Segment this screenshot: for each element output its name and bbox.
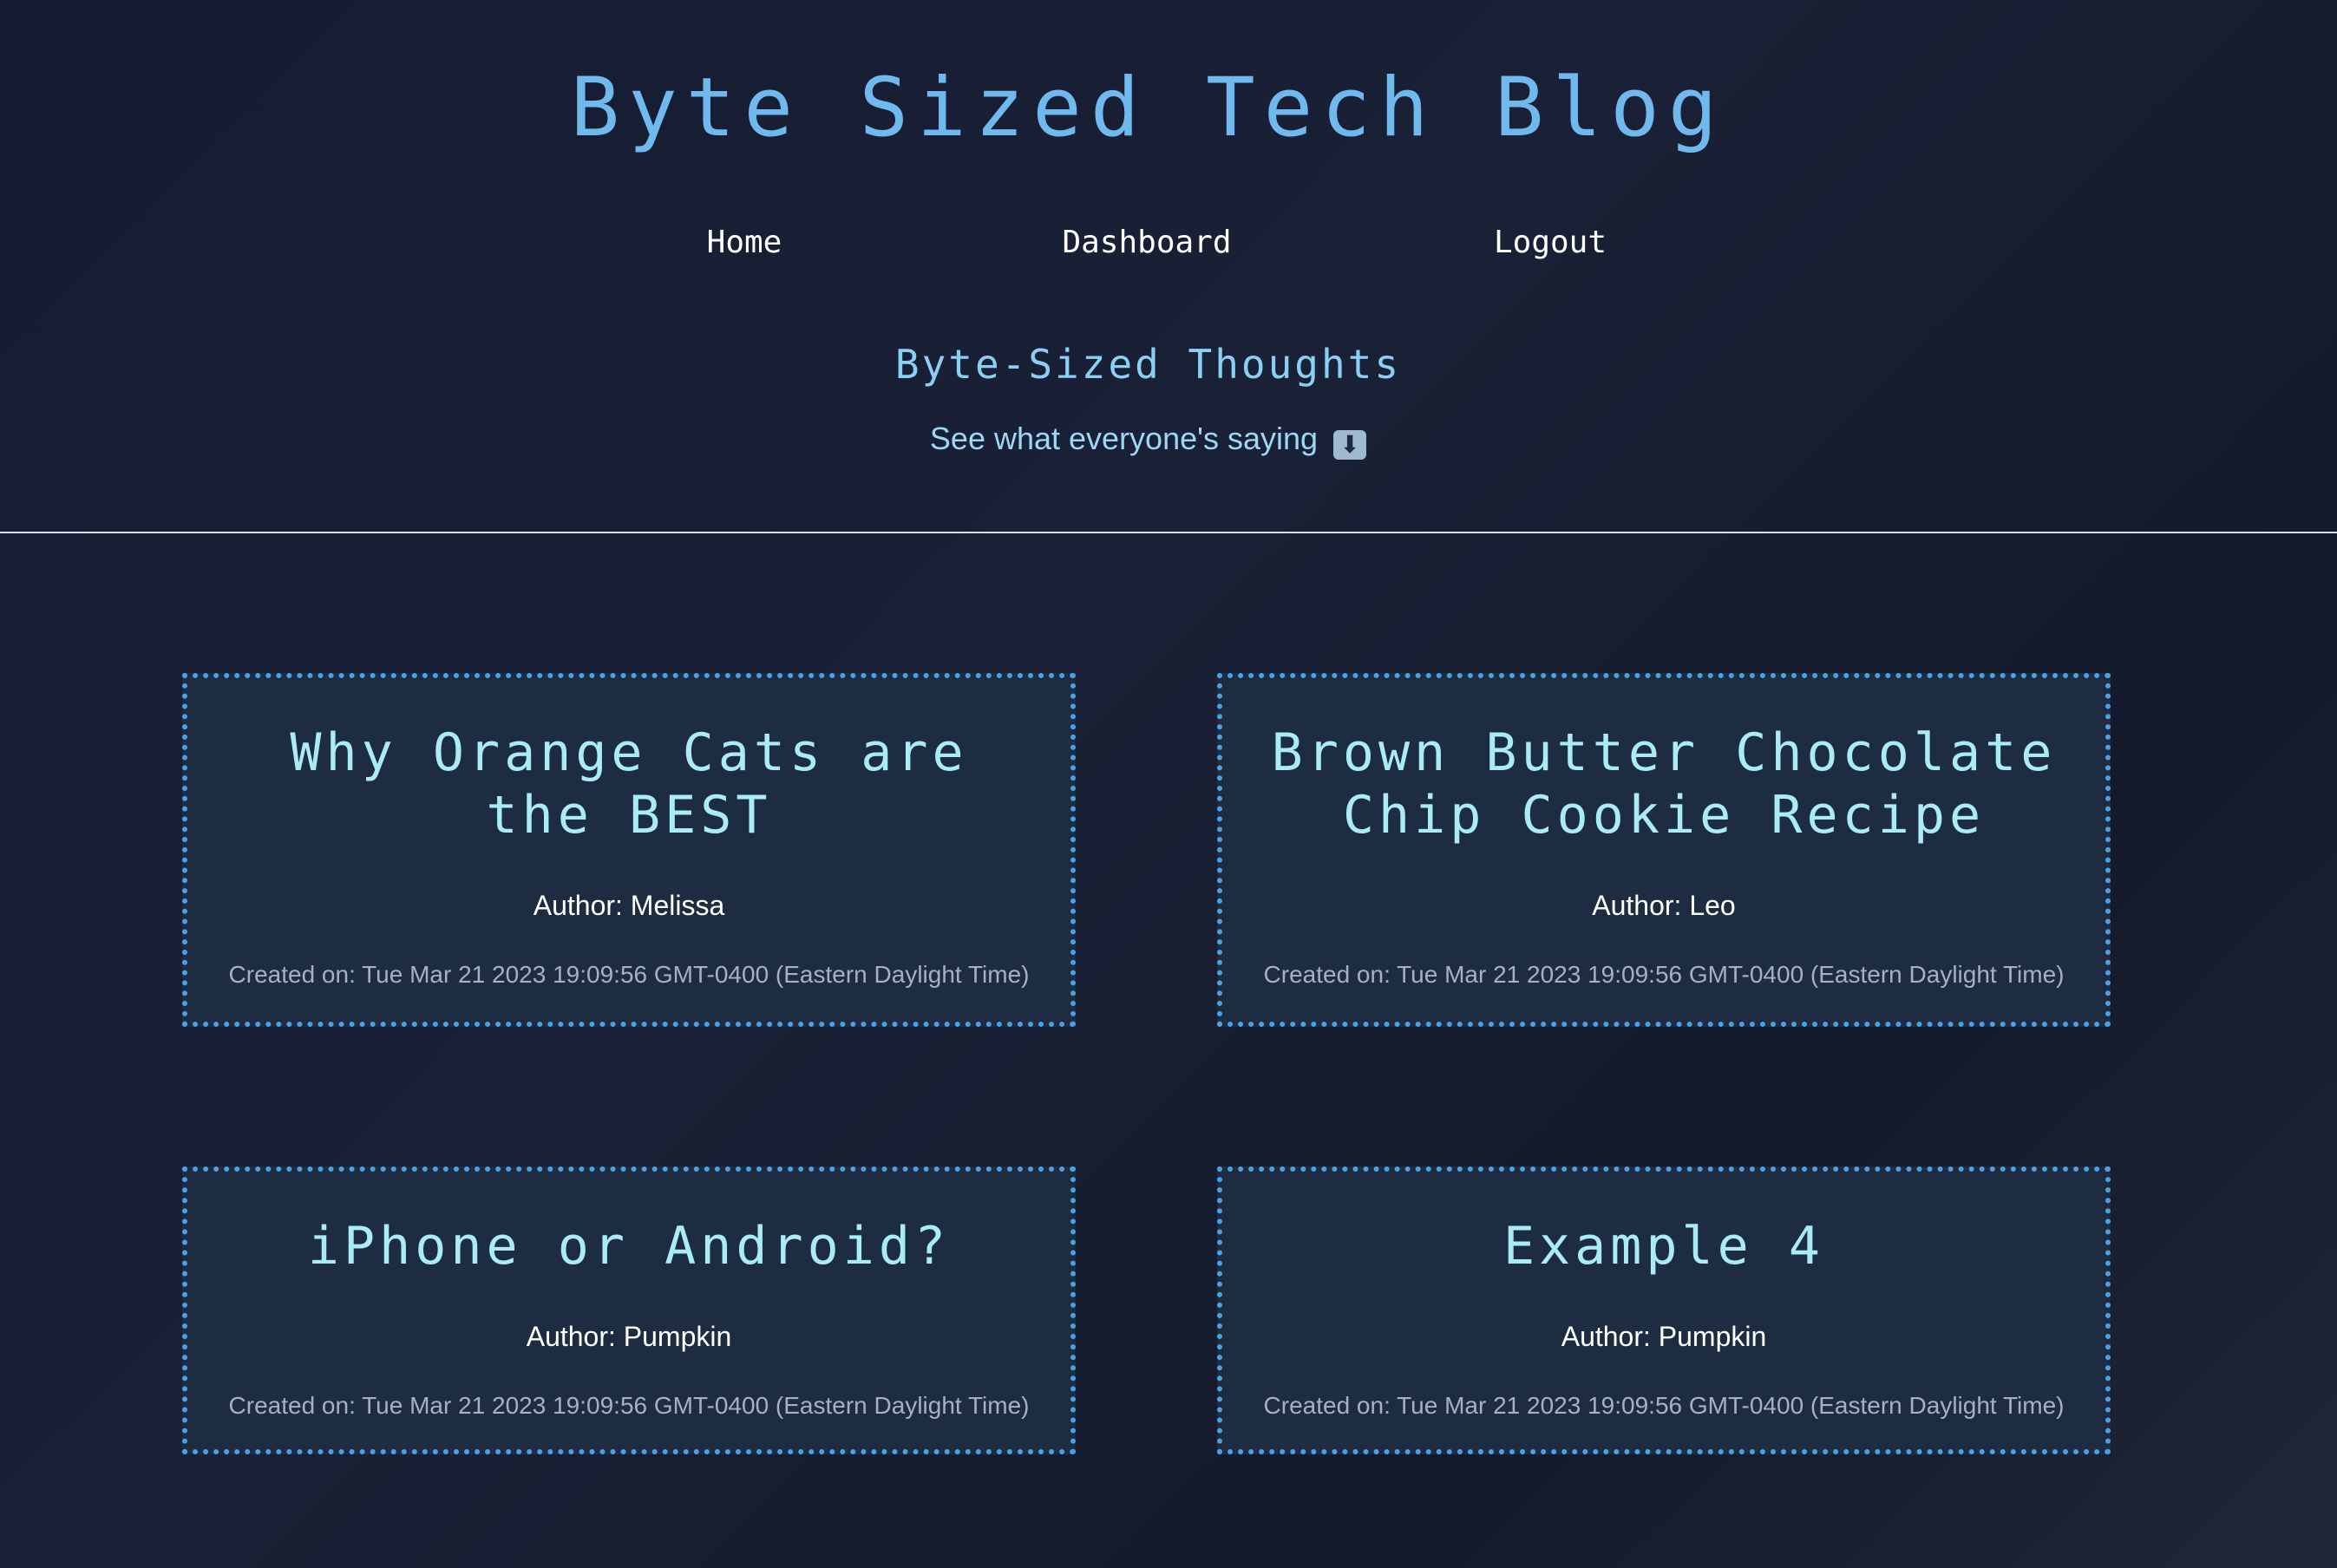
post-card[interactable]: iPhone or Android? Author: Pumpkin Creat…: [182, 1166, 1076, 1454]
post-author: Author: Pumpkin: [526, 1321, 732, 1352]
main-nav: Home Dashboard Logout: [0, 217, 2337, 269]
post-title[interactable]: Why Orange Cats are the BEST: [187, 678, 1070, 846]
post-title[interactable]: Example 4: [1222, 1172, 2105, 1277]
post-created-date: Created on: Tue Mar 21 2023 19:09:56 GMT…: [1263, 1392, 2065, 1419]
site-header: Byte Sized Tech Blog Home Dashboard Logo…: [0, 0, 2337, 532]
nav-dashboard-link[interactable]: Dashboard: [1017, 217, 1277, 269]
post-created-date: Created on: Tue Mar 21 2023 19:09:56 GMT…: [228, 1392, 1030, 1419]
post-author: Author: Pumpkin: [1561, 1321, 1767, 1352]
post-created-date: Created on: Tue Mar 21 2023 19:09:56 GMT…: [228, 961, 1030, 988]
post-author: Author: Leo: [1592, 890, 1736, 921]
post-author: Author: Melissa: [533, 890, 725, 921]
section-subtitle: See what everyone's saying ⬇: [0, 415, 2296, 463]
post-card[interactable]: Brown Butter Chocolate Chip Cookie Recip…: [1217, 673, 2111, 1027]
post-title[interactable]: iPhone or Android?: [187, 1172, 1070, 1277]
section-heading: Byte-Sized Thoughts: [894, 341, 1402, 388]
site-title[interactable]: Byte Sized Tech Blog: [0, 52, 2296, 165]
nav-home-link[interactable]: Home: [614, 217, 874, 269]
post-card[interactable]: Example 4 Author: Pumpkin Created on: Tu…: [1217, 1166, 2111, 1454]
post-card[interactable]: Why Orange Cats are the BEST Author: Mel…: [182, 673, 1076, 1027]
nav-logout-link[interactable]: Logout: [1420, 217, 1680, 269]
header-divider: [0, 532, 2337, 533]
post-created-date: Created on: Tue Mar 21 2023 19:09:56 GMT…: [1263, 961, 2065, 988]
post-title[interactable]: Brown Butter Chocolate Chip Cookie Recip…: [1222, 678, 2105, 846]
down-arrow-icon: ⬇: [1333, 430, 1367, 460]
section-subtitle-text: See what everyone's saying: [929, 421, 1319, 456]
